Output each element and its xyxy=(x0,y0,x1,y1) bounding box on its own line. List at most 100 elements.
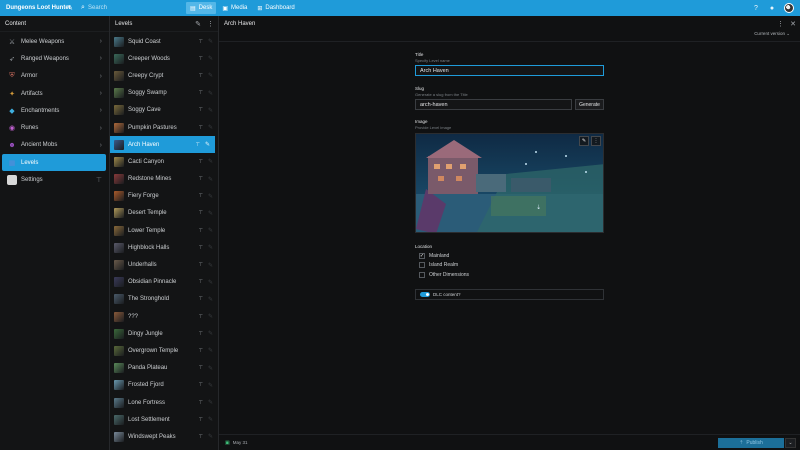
top-bar: Dungeons Loot Hunter ✎ ⌕ Search ▤ Desk ▣… xyxy=(0,0,800,16)
sidebar-item-levels[interactable]: ▦ Levels xyxy=(2,154,106,172)
list-item[interactable]: Cacti Canyon ⊤ ✎ xyxy=(110,153,218,170)
list-item-label: Overgrown Temple xyxy=(128,347,179,354)
help-icon[interactable]: ? xyxy=(748,0,764,16)
image-more-icon[interactable]: ⋮ xyxy=(591,136,601,146)
published-icon: ⊤ xyxy=(198,38,203,45)
tab-dashboard[interactable]: ⊞ Dashboard xyxy=(253,2,298,14)
sidebar-item-label: Ancient Mobs xyxy=(21,142,58,149)
list-item[interactable]: Creepy Crypt ⊤ ✎ xyxy=(110,67,218,84)
slug-input[interactable]: arch-haven xyxy=(415,99,572,110)
list-item[interactable]: ??? ⊤ ✎ xyxy=(110,308,218,325)
list-item[interactable]: Redstone Mines ⊤ ✎ xyxy=(110,171,218,188)
list-item-label: Fiery Forge xyxy=(128,193,159,200)
edit-icon: ✎ xyxy=(207,193,213,200)
header-divider xyxy=(219,41,800,42)
list-item[interactable]: Lost Settlement ⊤ ✎ xyxy=(110,411,218,428)
tab-media[interactable]: ▣ Media xyxy=(218,2,251,14)
app-title[interactable]: Dungeons Loot Hunter xyxy=(0,5,71,11)
list-item[interactable]: Soggy Swamp ⊤ ✎ xyxy=(110,85,218,102)
published-icon: ⊤ xyxy=(198,330,203,337)
publish-button[interactable]: ⇡ Publish xyxy=(718,438,784,448)
sidebar-item-settings[interactable]: Settings ⊤ xyxy=(2,171,106,188)
list-item[interactable]: Underhalls ⊤ ✎ xyxy=(110,256,218,273)
list-item-label: Lower Temple xyxy=(128,227,166,234)
published-icon: ⊤ xyxy=(198,365,203,372)
list-item[interactable]: The Stronghold ⊤ ✎ xyxy=(110,291,218,308)
publish-icon: ⇡ xyxy=(739,440,744,446)
list-item[interactable]: Frosted Fjord ⊤ ✎ xyxy=(110,377,218,394)
sidebar-item-label: Ranged Weapons xyxy=(21,55,69,62)
list-item[interactable]: Arch Haven ⊤ ✎ xyxy=(110,136,215,154)
level-thumbnail xyxy=(114,397,124,408)
tab-desk[interactable]: ▤ Desk xyxy=(186,2,217,14)
search-input[interactable]: ⌕ Search xyxy=(78,0,186,16)
list-item-label: Obsidian Pinnacle xyxy=(128,279,177,286)
compose-icon[interactable]: ✎ xyxy=(62,0,78,16)
published-icon: ⊤ xyxy=(198,55,203,62)
dlc-toggle[interactable] xyxy=(420,291,430,297)
location-option-island-realm[interactable]: Island Realm xyxy=(415,261,604,271)
checkbox-icon[interactable] xyxy=(419,262,425,269)
list-item[interactable]: Dingy Jungle ⊤ ✎ xyxy=(110,325,218,342)
list-item[interactable]: Soggy Cave ⊤ ✎ xyxy=(110,102,218,119)
list-item[interactable]: Lower Temple ⊤ ✎ xyxy=(110,222,218,239)
list-item[interactable]: Obsidian Pinnacle ⊤ ✎ xyxy=(110,274,218,291)
title-input[interactable]: Arch Haven xyxy=(415,65,604,76)
level-thumbnail xyxy=(114,105,124,116)
list-item[interactable]: Fiery Forge ⊤ ✎ xyxy=(110,188,218,205)
sidebar-item-armor[interactable]: ⛨ Armor › xyxy=(2,68,106,85)
checkbox-checked-icon[interactable]: ✓ xyxy=(419,252,425,259)
generate-button[interactable]: Generate xyxy=(575,99,604,110)
armor-icon: ⛨ xyxy=(9,72,15,80)
notification-dot-icon[interactable]: ● xyxy=(764,0,780,16)
list-item[interactable]: Highblock Halls ⊤ ✎ xyxy=(110,239,218,256)
level-thumbnail xyxy=(114,345,124,356)
sidebar-item-runes[interactable]: ◉ Runes › xyxy=(2,119,106,136)
level-thumbnail xyxy=(114,174,124,185)
published-icon: ⊤ xyxy=(198,399,203,406)
edit-icon: ✎ xyxy=(207,365,213,372)
levels-pane-actions: ✎ ⋮ xyxy=(195,16,214,32)
list-item[interactable]: Pumpkin Pastures ⊤ ✎ xyxy=(110,119,218,136)
list-item[interactable]: Windswept Peaks ⊤ ✎ xyxy=(110,428,218,445)
enchantment-icon: ◆ xyxy=(9,107,15,115)
publish-status[interactable]: ▣ May 31 xyxy=(225,440,248,446)
version-selector[interactable]: Current version ⌄ xyxy=(754,31,790,37)
image-field-description: Provide Level image xyxy=(415,125,452,130)
artifact-icon: ✦ xyxy=(9,90,15,98)
location-option-mainland[interactable]: ✓ Mainland xyxy=(415,251,604,261)
slug-field-label: Slug xyxy=(415,86,425,91)
edit-icon: ✎ xyxy=(207,228,213,235)
image-tools: ✎ ⋮ xyxy=(579,136,601,146)
sidebar-item-enchantments[interactable]: ◆ Enchantments › xyxy=(2,102,106,119)
close-icon[interactable]: ✕ xyxy=(790,20,796,28)
list-item[interactable]: Lone Fortress ⊤ ✎ xyxy=(110,394,218,411)
location-option-other-dimensions[interactable]: Other Dimensions xyxy=(415,270,604,280)
desk-icon: ▤ xyxy=(190,5,196,12)
published-icon: ⊤ xyxy=(198,313,203,320)
title-field-description: Specify Level name xyxy=(415,58,450,63)
list-item-label: The Stronghold xyxy=(128,296,170,303)
sidebar-item-ranged-weapons[interactable]: ➶ Ranged Weapons › xyxy=(2,50,106,67)
list-item[interactable]: Creeper Woods ⊤ ✎ xyxy=(110,50,218,67)
content-pane: Content ⚔ Melee Weapons › ➶ Ranged Weapons › ⛨… xyxy=(0,16,110,450)
list-item[interactable]: Panda Plateau ⊤ ✎ xyxy=(110,360,218,377)
list-item[interactable]: Desert Temple ⊤ ✎ xyxy=(110,205,218,222)
edit-image-icon[interactable]: ✎ xyxy=(579,136,589,146)
list-item[interactable]: Overgrown Temple ⊤ ✎ xyxy=(110,342,218,359)
level-image[interactable]: ⇣ ✎ ⋮ xyxy=(415,133,604,233)
level-thumbnail xyxy=(114,242,124,253)
list-item-label: Cacti Canyon xyxy=(128,158,165,165)
sidebar-item-melee-weapons[interactable]: ⚔ Melee Weapons › xyxy=(2,33,106,50)
list-item-label: Creepy Crypt xyxy=(128,72,164,79)
checkbox-icon[interactable] xyxy=(419,271,425,278)
more-icon[interactable]: ⋮ xyxy=(207,20,214,28)
more-icon[interactable]: ⋮ xyxy=(777,20,784,28)
compose-icon[interactable]: ✎ xyxy=(195,20,201,28)
list-item[interactable]: Squid Coast ⊤ ✎ xyxy=(110,33,218,50)
sidebar-item-artifacts[interactable]: ✦ Artifacts › xyxy=(2,85,106,102)
sidebar-item-ancient-mobs[interactable]: ☻ Ancient Mobs › xyxy=(2,137,106,154)
avatar[interactable] xyxy=(784,3,794,13)
publish-menu-button[interactable]: ⌄ xyxy=(785,438,796,448)
top-bar-right: ? ● xyxy=(748,0,800,16)
